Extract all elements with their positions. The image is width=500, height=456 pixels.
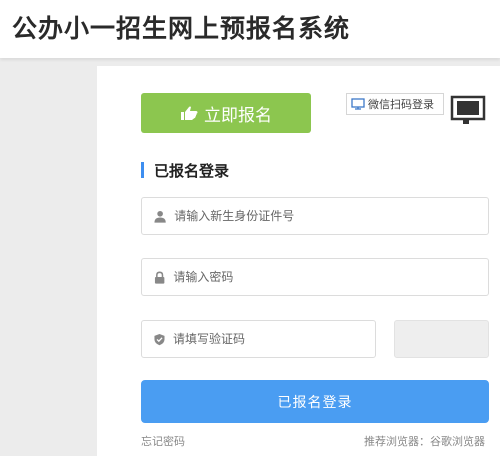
section-title-text: 已报名登录 — [154, 161, 230, 180]
lock-icon — [154, 271, 165, 284]
wechat-login-tab[interactable]: 微信扫码登录 — [346, 93, 444, 115]
captcha-field[interactable] — [141, 320, 376, 358]
id-number-field[interactable] — [141, 197, 489, 235]
section-title: 已报名登录 — [141, 159, 229, 181]
hand-pointer-icon — [181, 106, 198, 120]
captcha-input[interactable] — [172, 332, 375, 346]
login-card: 立即报名 微信扫码登录 已报名登录 请输入新生身份证件号 请填写验证码 已报名登… — [97, 66, 500, 456]
wechat-login-label: 微信扫码登录 — [368, 98, 434, 111]
register-now-button[interactable]: 立即报名 — [141, 93, 311, 133]
shield-check-icon — [154, 333, 165, 345]
site-title: 公办小一招生网上预报名系统 — [12, 14, 351, 43]
login-submit-button[interactable]: 已报名登录 — [141, 380, 489, 423]
login-mode-switch[interactable] — [449, 94, 487, 128]
register-now-label: 立即报名 — [204, 105, 272, 126]
id-number-input[interactable] — [174, 209, 488, 223]
captcha-image[interactable] — [394, 320, 489, 358]
forgot-password-link[interactable]: 忘记密码 — [141, 433, 185, 449]
monitor-icon — [351, 98, 365, 110]
user-icon — [154, 210, 166, 223]
browser-tip: 推荐浏览器：谷歌浏览器 — [364, 435, 485, 448]
password-input[interactable] — [173, 270, 488, 284]
top-header: 公办小一招生网上预报名系统 — [0, 0, 500, 58]
password-field[interactable] — [141, 258, 489, 296]
section-accent-bar — [141, 162, 144, 178]
monitor-corner-icon — [450, 95, 486, 124]
